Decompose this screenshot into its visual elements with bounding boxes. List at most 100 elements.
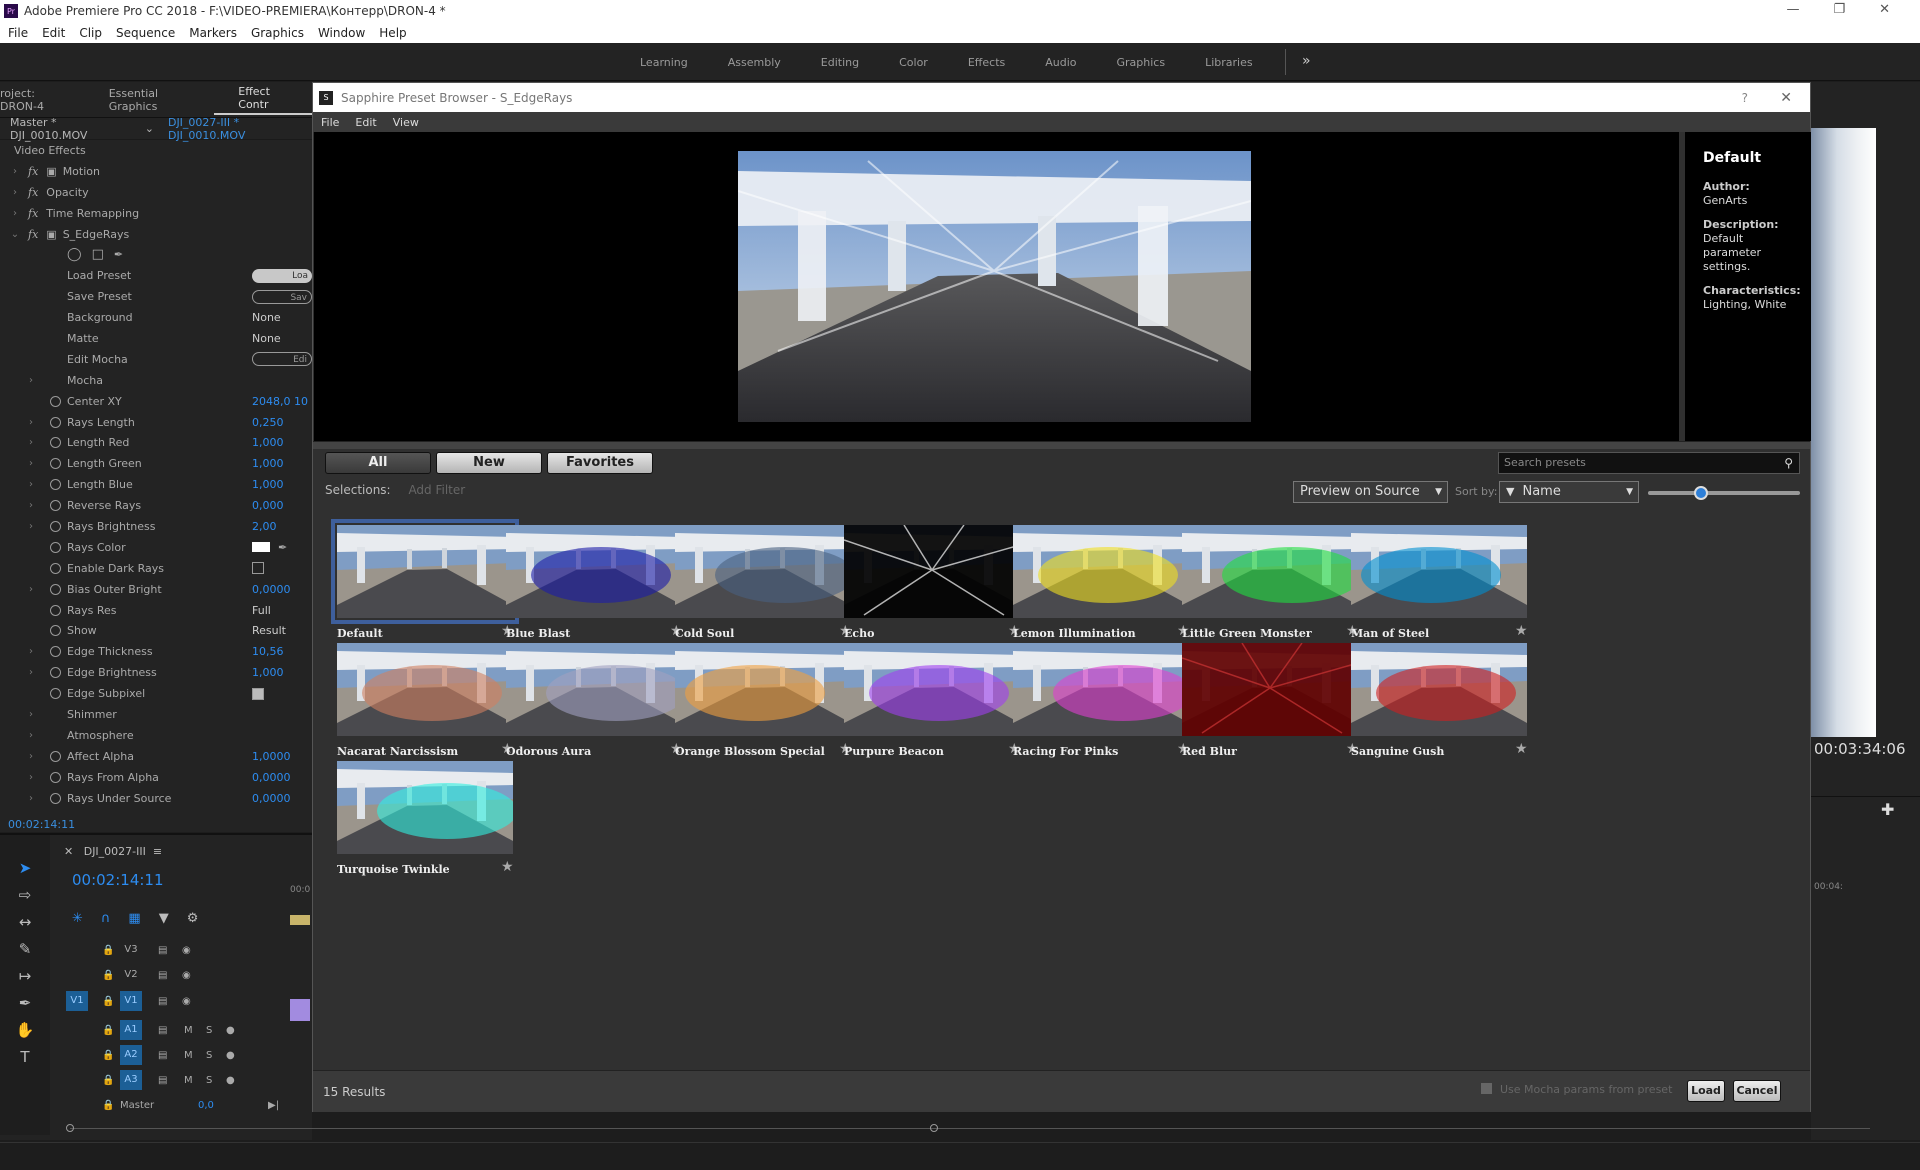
lock-icon[interactable]: 🔒 [102,945,114,956]
search-presets-input[interactable]: Search presets ⚲ [1498,452,1800,474]
preset-card[interactable]: Odorous Aura ★ [500,643,684,758]
lock-icon[interactable]: 🔒 [102,1075,114,1086]
effect-value[interactable]: 1,0000 [252,750,291,763]
use-mocha-checkbox[interactable]: Use Mocha params from preset [1481,1083,1672,1096]
source-patch-v1[interactable]: V1 [66,991,88,1011]
effect-value[interactable]: 0,250 [252,416,284,429]
filter-favorites-button[interactable]: Favorites [547,452,653,474]
effect-value[interactable]: 0,000 [252,499,284,512]
preset-card[interactable]: Red Blur ★ [1176,643,1360,758]
effect-value[interactable]: Result [252,624,286,637]
expand-icon[interactable]: › [24,417,38,428]
effect-row[interactable]: › fx ▣ Motion [0,161,312,182]
selection-tool-icon[interactable]: ➤ [0,855,50,882]
effect-row[interactable]: › Rays From Alpha 0,0000 [0,767,312,788]
timeline-horizontal-scrollbar[interactable] [66,1124,1870,1132]
tab-effect-controls[interactable]: Effect Contr [214,85,312,115]
effect-row[interactable]: Background None [0,307,312,328]
sync-icon[interactable]: ▤ [158,1075,167,1086]
lock-icon[interactable]: 🔒 [102,1025,114,1036]
stopwatch-icon[interactable] [50,646,61,658]
effect-row[interactable]: › Edge Thickness 10,56 [0,641,312,662]
stopwatch-icon[interactable] [50,688,61,700]
expand-icon[interactable]: › [24,730,38,741]
effect-row[interactable]: Enable Dark Rays [0,558,312,579]
sequence-tab[interactable]: ✕ DJI_0027-III ≡ [64,845,162,858]
fx-icon[interactable]: fx [28,165,38,178]
preset-card[interactable]: Echo ★ [838,525,1022,640]
stopwatch-icon[interactable] [50,416,61,428]
effect-row[interactable]: Rays Res Full [0,600,312,621]
sync-icon[interactable]: ▤ [158,945,167,956]
preset-card[interactable]: Little Green Monster ★ [1176,525,1360,640]
workspace-libraries[interactable]: Libraries [1185,56,1273,69]
menu-sequence[interactable]: Sequence [116,26,175,40]
stopwatch-icon[interactable] [50,520,61,532]
solo-icon[interactable]: S [206,1050,212,1061]
preset-card[interactable]: Purpure Beacon ★ [838,643,1022,758]
timeline-ruler[interactable]: 00:0 [290,885,310,895]
tab-project[interactable]: roject: DRON-4 [0,87,89,113]
search-icon[interactable]: ⚲ [1784,453,1793,473]
effect-row[interactable]: › Length Red 1,000 [0,432,312,453]
preset-card[interactable]: Man of Steel ★ [1345,525,1529,640]
sort-by-dropdown[interactable]: ▼ Name ▼ [1499,481,1639,503]
workspace-color[interactable]: Color [879,56,948,69]
sync-icon[interactable]: ▤ [158,996,167,1007]
workspace-effects[interactable]: Effects [948,56,1025,69]
workspace-learning[interactable]: Learning [620,56,708,69]
expand-icon[interactable]: › [24,500,38,511]
effect-row[interactable]: › Atmosphere [0,725,312,746]
effect-row[interactable]: Save Preset Sav [0,286,312,307]
effect-row[interactable]: Edge Subpixel [0,683,312,704]
stopwatch-icon[interactable] [50,395,61,407]
stopwatch-icon[interactable] [50,458,61,470]
preset-button[interactable]: Sav [252,289,312,304]
scroll-handle-left[interactable] [66,1124,74,1132]
marker-icon[interactable]: ▼ [159,911,169,926]
preset-thumbnail[interactable] [331,519,519,624]
preview-splitter[interactable] [313,441,1810,449]
sync-icon[interactable]: ▤ [158,970,167,981]
mic-icon[interactable]: ● [226,1050,235,1061]
effect-row[interactable]: ◯ □ ✒ [0,244,312,265]
effect-value[interactable]: 0,0000 [252,771,291,784]
active-clip-label[interactable]: DJI_0027-III * DJI_0010.MOV [168,116,312,142]
slider-knob[interactable] [1694,486,1709,500]
checkbox-icon[interactable] [1481,1083,1492,1094]
preset-card[interactable]: Racing For Pinks ★ [1007,643,1191,758]
transform-icon[interactable]: ▣ [46,165,56,178]
stopwatch-icon[interactable] [50,771,61,783]
lock-icon[interactable]: 🔒 [102,1100,114,1111]
dialog-menu-edit[interactable]: Edit [355,116,376,129]
effect-row[interactable]: › Rays Length 0,250 [0,412,312,433]
workspace-graphics[interactable]: Graphics [1097,56,1186,69]
linked-selection-icon[interactable]: ∩ [101,911,111,926]
expand-icon[interactable]: › [24,437,38,448]
effect-value[interactable]: Full [252,604,271,617]
stopwatch-icon[interactable] [50,479,61,491]
hand-tool-icon[interactable]: ✋ [0,1017,50,1044]
effect-value[interactable]: 0,0000 [252,792,291,805]
ellipse-mask-icon[interactable]: ◯ [67,247,82,262]
expand-icon[interactable]: › [8,187,22,198]
thumbnail-size-slider[interactable] [1648,486,1800,500]
preset-card[interactable]: Lemon Illumination ★ [1007,525,1191,640]
effect-row[interactable]: › Reverse Rays 0,000 [0,495,312,516]
sequence-timecode[interactable]: 00:02:14:11 [72,871,164,889]
expand-icon[interactable]: › [24,458,38,469]
go-to-end-icon[interactable]: ▶| [268,1100,279,1111]
track-select-tool-icon[interactable]: ⇨ [0,882,50,909]
effect-row[interactable]: Rays Color ✒ [0,537,312,558]
effect-row[interactable]: Matte None [0,328,312,349]
expand-icon[interactable]: › [24,772,38,783]
mic-icon[interactable]: ● [226,1075,235,1086]
effect-row[interactable]: › Affect Alpha 1,0000 [0,746,312,767]
fx-icon[interactable]: fx [28,207,38,220]
help-icon[interactable]: ? [1742,91,1748,105]
workspace-audio[interactable]: Audio [1025,56,1096,69]
effect-row[interactable]: › Mocha [0,370,312,391]
lock-icon[interactable]: 🔒 [102,1050,114,1061]
stopwatch-icon[interactable] [50,625,61,637]
mute-icon[interactable]: M [184,1025,193,1036]
